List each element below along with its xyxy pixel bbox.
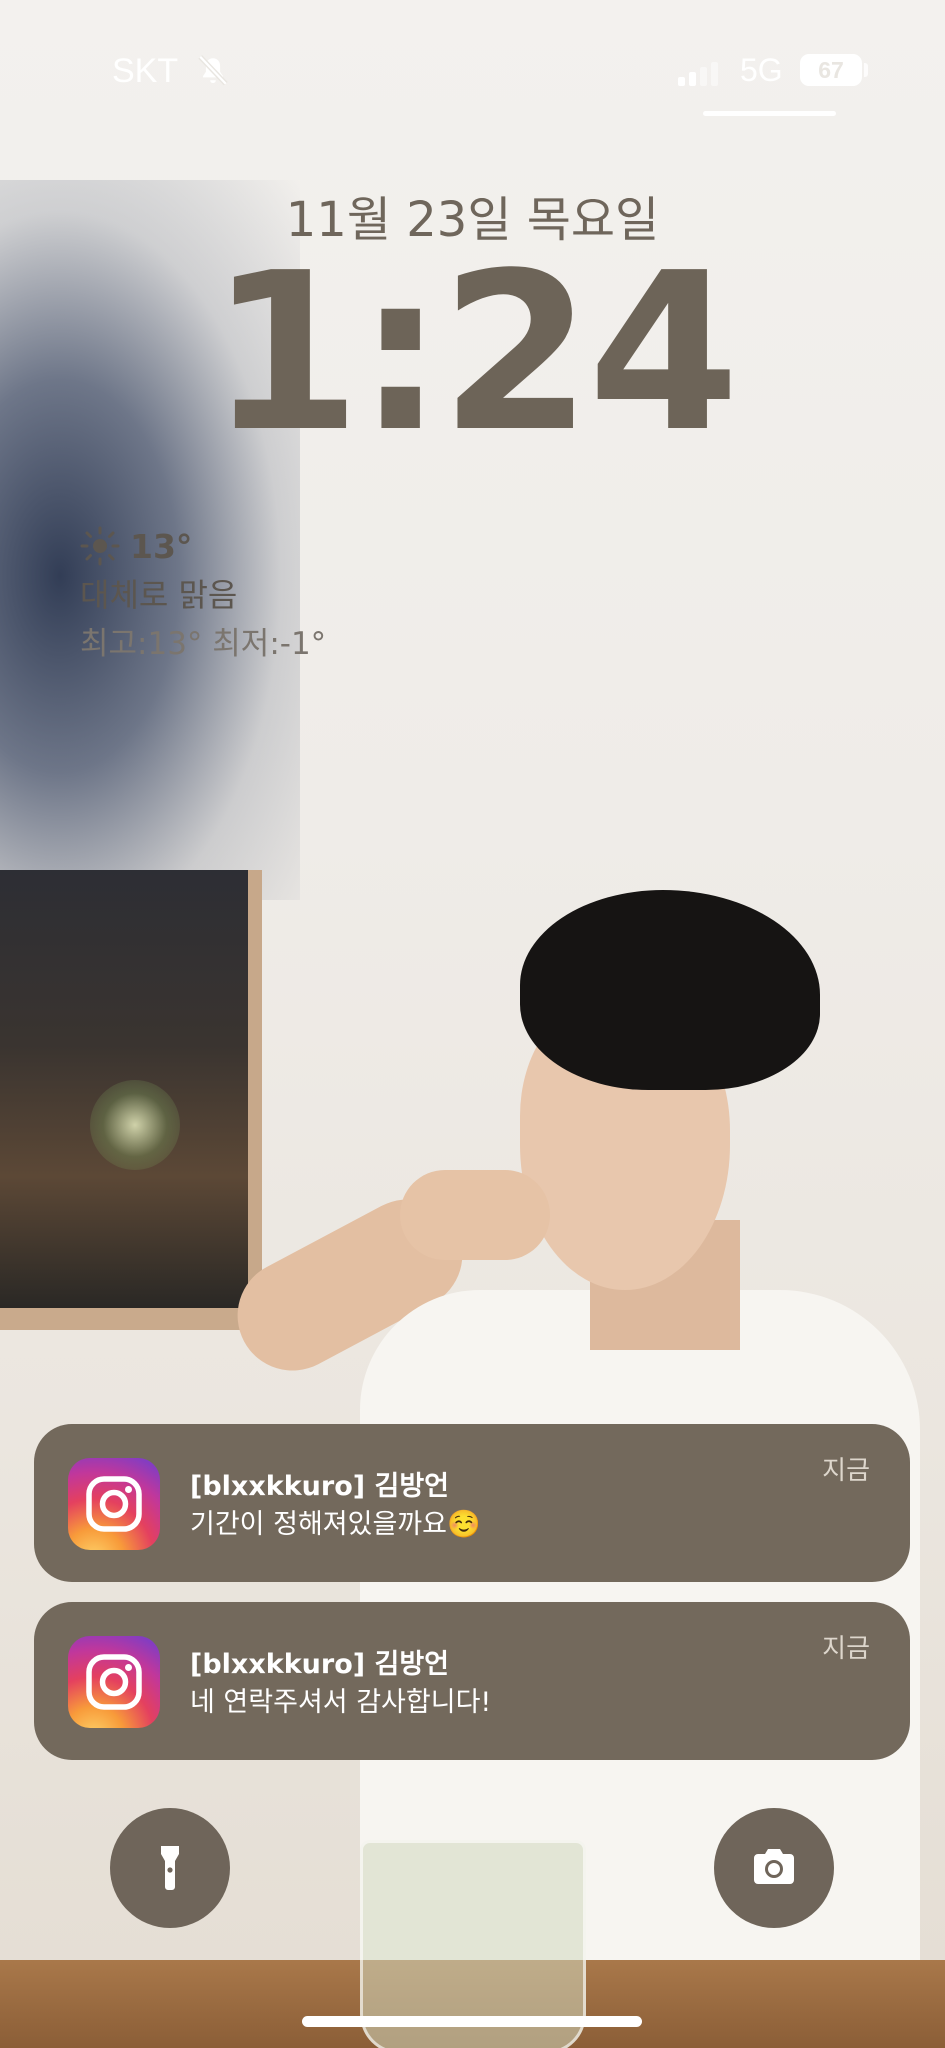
lock-clock: 1:24 [209,227,739,480]
bell-slash-icon [198,55,228,86]
camera-button[interactable] [714,1808,834,1928]
network-type: 5G [740,52,783,88]
carrier-name: SKT [112,52,179,90]
camera-icon [754,1849,794,1884]
notification-time: 지금 [822,1634,870,1664]
battery-tip [864,63,868,77]
battery-level: 67 [818,56,844,83]
weather-widget[interactable]: 13° 대체로 맑음 최고:13° 최저:-1° [80,526,326,663]
notification-card[interactable]: [blxxkkuro] 김방언 기간이 정해져있을까요☺️ 지금 [34,1424,910,1582]
weather-high-low: 최고:13° 최저:-1° [80,626,327,662]
home-indicator[interactable] [302,2016,642,2027]
lock-screen: SKT 5G 67 11월 23일 목요일 1:24 13° 대체로 맑음 최고… [0,0,945,2048]
weather-temperature: 13° [130,526,193,566]
battery-icon: 67 [800,54,862,86]
instagram-icon [68,1636,160,1728]
weather-condition: 대체로 맑음 [80,576,238,614]
sun-icon [80,526,120,566]
flashlight-button[interactable] [110,1808,230,1928]
instagram-icon [68,1458,160,1550]
notification-time: 지금 [822,1456,870,1486]
notification-message: 네 연락주셔서 감사합니다! [190,1687,492,1718]
flashlight-icon [161,1846,179,1890]
control-center-indicator[interactable] [703,111,836,116]
notification-title: [blxxkkuro] 김방언 [190,1471,450,1502]
notification-card[interactable]: [blxxkkuro] 김방언 네 연락주셔서 감사합니다! 지금 [34,1602,910,1760]
notification-message: 기간이 정해져있을까요☺️ [190,1509,481,1540]
notification-title: [blxxkkuro] 김방언 [190,1649,450,1680]
cellular-signal-icon [678,62,718,86]
status-bar: SKT 5G 67 [0,0,945,130]
